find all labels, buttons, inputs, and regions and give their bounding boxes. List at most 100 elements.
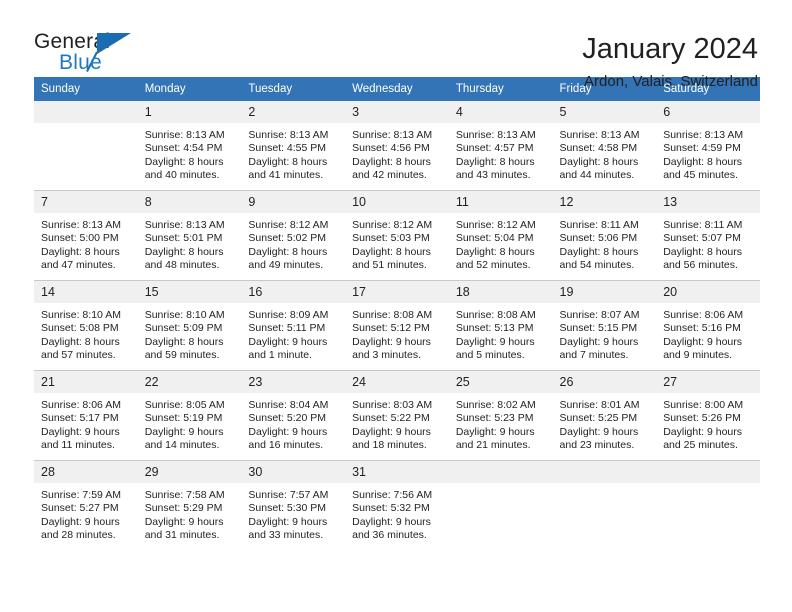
logo-text-blue: Blue [59,51,102,74]
calendar-day-cell[interactable]: 17 Sunrise: 8:08 AM Sunset: 5:12 PM Dayligh… [345,280,449,371]
sunset-text: Sunset: 5:11 PM [248,322,326,335]
sunset-text: Sunset: 5:30 PM [248,502,327,515]
sunset-text: Sunset: 5:23 PM [455,412,534,425]
calendar-day-cell[interactable]: 14 Sunrise: 8:10 AM Sunset: 5:08 PM Dayligh… [34,280,138,371]
sunset-text: Sunset: 5:08 PM [41,322,119,335]
day-cell-inner: 17 Sunrise: 8:08 AM Sunset: 5:12 PM Dayligh… [345,281,449,370]
day-number: 16 [241,281,346,303]
sunset-text: Sunset: 5:25 PM [559,412,638,425]
calendar-day-cell[interactable]: 20 Sunrise: 8:06 AM Sunset: 5:16 PM Dayligh… [656,280,760,371]
calendar-day-cell[interactable]: 3 Sunrise: 8:13 AM Sunset: 4:56 PM Daylight… [345,101,449,191]
sunset-text: Sunset: 5:29 PM [144,502,223,515]
sunrise-text: Sunrise: 8:13 AM [144,219,225,231]
daylight-text: Daylight: 8 hours [455,155,535,168]
daylight-text: Daylight: 8 hours [248,155,328,168]
day-cell-inner: 13 Sunrise: 8:11 AM Sunset: 5:07 PM Dayligh… [656,191,760,280]
day-cell-inner: 29 Sunrise: 7:58 AM Sunset: 5:29 PM Dayligh… [137,461,242,550]
calendar-day-cell[interactable]: 1 Sunrise: 8:13 AM Sunset: 4:54 PM Daylight… [137,101,242,191]
sunset-text: Sunset: 5:32 PM [352,502,430,515]
day-number: 11 [448,191,553,213]
day-cell-inner: 3 Sunrise: 8:13 AM Sunset: 4:56 PM Daylight… [345,101,449,190]
calendar-day-cell[interactable]: 27 Sunrise: 8:00 AM Sunset: 5:26 PM Dayligh… [656,370,760,461]
calendar-day-cell[interactable]: 5 Sunrise: 8:13 AM Sunset: 4:58 PM Daylight… [552,101,657,191]
calendar-empty-cell [552,460,657,550]
daylight-text: and 5 minutes. [455,349,525,362]
calendar-day-cell[interactable]: 30 Sunrise: 7:57 AM Sunset: 5:30 PM Dayligh… [241,460,346,550]
day-number: 22 [137,371,242,393]
day-number: 13 [656,191,760,213]
daylight-text: and 44 minutes. [559,169,635,182]
calendar-day-cell[interactable]: 24 Sunrise: 8:03 AM Sunset: 5:22 PM Dayligh… [345,370,449,461]
calendar-day-cell[interactable]: 23 Sunrise: 8:04 AM Sunset: 5:20 PM Dayligh… [241,370,346,461]
day-cell-inner: 1 Sunrise: 8:13 AM Sunset: 4:54 PM Daylight… [137,101,242,190]
daylight-text: Daylight: 9 hours [559,425,639,438]
calendar-day-cell[interactable]: 4 Sunrise: 8:13 AM Sunset: 4:57 PM Daylight… [448,101,553,191]
day-number: 20 [656,281,760,303]
daylight-text: and 18 minutes. [352,439,427,452]
day-cell-inner: 31 Sunrise: 7:56 AM Sunset: 5:32 PM Dayligh… [345,461,449,550]
sunrise-text: Sunrise: 8:13 AM [663,129,744,141]
calendar-day-cell[interactable]: 26 Sunrise: 8:01 AM Sunset: 5:25 PM Dayligh… [552,370,657,461]
sunset-text: Sunset: 4:56 PM [352,142,430,155]
day-detail-lines: Sunrise: 8:08 AM Sunset: 5:13 PM Daylight:… [449,303,553,363]
day-detail-lines: Sunrise: 8:06 AM Sunset: 5:17 PM Daylight:… [34,393,138,453]
calendar-day-cell[interactable]: 19 Sunrise: 8:07 AM Sunset: 5:15 PM Dayligh… [552,280,657,371]
day-detail-lines: Sunrise: 8:11 AM Sunset: 5:06 PM Daylight:… [553,213,657,273]
calendar-day-cell[interactable]: 6 Sunrise: 8:13 AM Sunset: 4:59 PM Daylight… [656,101,760,191]
sunset-text: Sunset: 5:20 PM [248,412,327,425]
weekday-header-wednesday: Wednesday [345,77,449,101]
calendar-day-cell[interactable]: 22 Sunrise: 8:05 AM Sunset: 5:19 PM Dayligh… [137,370,242,461]
calendar-day-cell[interactable]: 10 Sunrise: 8:12 AM Sunset: 5:03 PM Dayligh… [345,190,449,281]
daylight-text: Daylight: 9 hours [455,425,535,438]
daylight-text: and 51 minutes. [352,259,427,272]
daylight-text: and 41 minutes. [248,169,324,182]
day-number: 24 [345,371,449,393]
calendar-day-cell[interactable]: 29 Sunrise: 7:58 AM Sunset: 5:29 PM Dayligh… [137,460,242,550]
calendar-week-row: 21 Sunrise: 8:06 AM Sunset: 5:17 PM Dayligh… [34,370,760,461]
day-detail-lines: Sunrise: 8:12 AM Sunset: 5:02 PM Daylight:… [241,213,345,273]
day-cell-inner: 7 Sunrise: 8:13 AM Sunset: 5:00 PM Daylight… [34,191,138,280]
calendar-day-cell[interactable]: 16 Sunrise: 8:09 AM Sunset: 5:11 PM Dayligh… [241,280,346,371]
calendar-day-cell[interactable]: 18 Sunrise: 8:08 AM Sunset: 5:13 PM Dayligh… [448,280,553,371]
day-cell-inner [448,461,553,550]
sunset-text: Sunset: 5:02 PM [248,232,327,245]
day-cell-inner: 15 Sunrise: 8:10 AM Sunset: 5:09 PM Dayligh… [137,281,242,370]
triangle-icon [97,33,131,54]
calendar-day-cell[interactable]: 8 Sunrise: 8:13 AM Sunset: 5:01 PM Daylight… [137,190,242,281]
calendar-day-cell[interactable]: 15 Sunrise: 8:10 AM Sunset: 5:09 PM Dayligh… [137,280,242,371]
sunrise-text: Sunrise: 8:07 AM [559,309,640,321]
sunset-text: Sunset: 5:07 PM [663,232,741,245]
daylight-text: Daylight: 9 hours [559,335,639,348]
day-detail-lines: Sunrise: 8:13 AM Sunset: 4:55 PM Daylight:… [241,123,345,183]
page-title: January 2024 [582,33,758,65]
daylight-text: Daylight: 8 hours [41,245,120,258]
sunset-text: Sunset: 5:00 PM [41,232,119,245]
calendar-day-cell[interactable]: 28 Sunrise: 7:59 AM Sunset: 5:27 PM Dayligh… [34,460,138,550]
sunset-text: Sunset: 5:27 PM [41,502,119,515]
day-detail-lines: Sunrise: 8:04 AM Sunset: 5:20 PM Daylight:… [241,393,345,453]
day-number: 27 [656,371,760,393]
calendar-day-cell[interactable]: 7 Sunrise: 8:13 AM Sunset: 5:00 PM Daylight… [34,190,138,281]
calendar-day-cell[interactable]: 12 Sunrise: 8:11 AM Sunset: 5:06 PM Dayligh… [552,190,657,281]
day-detail-lines: Sunrise: 8:11 AM Sunset: 5:07 PM Daylight:… [656,213,760,273]
daylight-text: Daylight: 9 hours [352,515,431,528]
sunrise-text: Sunrise: 8:06 AM [663,309,744,321]
daylight-text: Daylight: 9 hours [248,425,328,438]
calendar-day-cell[interactable]: 9 Sunrise: 8:12 AM Sunset: 5:02 PM Daylight… [241,190,346,281]
daylight-text: and 11 minutes. [41,439,115,452]
calendar-day-cell[interactable]: 11 Sunrise: 8:12 AM Sunset: 5:04 PM Dayligh… [448,190,553,281]
daylight-text: Daylight: 8 hours [248,245,328,258]
calendar-day-cell[interactable]: 31 Sunrise: 7:56 AM Sunset: 5:32 PM Dayligh… [345,460,449,550]
calendar-day-cell[interactable]: 21 Sunrise: 8:06 AM Sunset: 5:17 PM Dayligh… [34,370,138,461]
calendar-day-cell[interactable]: 13 Sunrise: 8:11 AM Sunset: 5:07 PM Dayligh… [656,190,760,281]
day-detail-lines: Sunrise: 8:13 AM Sunset: 5:01 PM Daylight:… [138,213,242,273]
day-detail-lines: Sunrise: 8:05 AM Sunset: 5:19 PM Daylight:… [138,393,242,453]
daylight-text: and 54 minutes. [559,259,635,272]
calendar-day-cell[interactable]: 25 Sunrise: 8:02 AM Sunset: 5:23 PM Dayligh… [448,370,553,461]
daylight-text: Daylight: 8 hours [352,245,431,258]
daylight-text: and 23 minutes. [559,439,635,452]
day-detail-lines: Sunrise: 8:03 AM Sunset: 5:22 PM Daylight:… [345,393,449,453]
daylight-text: and 7 minutes. [559,349,629,362]
calendar-day-cell[interactable]: 2 Sunrise: 8:13 AM Sunset: 4:55 PM Daylight… [241,101,346,191]
sunset-text: Sunset: 5:04 PM [455,232,534,245]
